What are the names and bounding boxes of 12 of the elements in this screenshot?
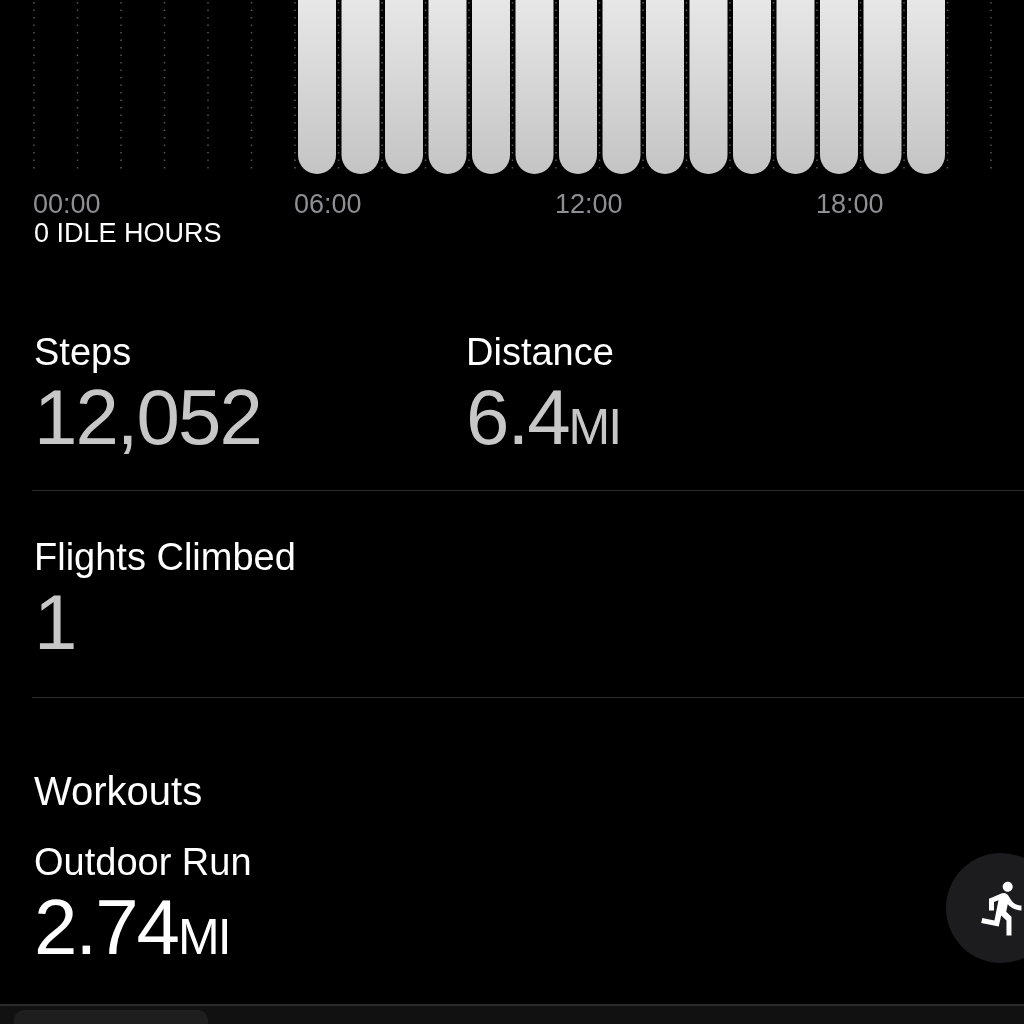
stat-value: 1: [34, 583, 77, 661]
axis-label: 12:00: [555, 188, 623, 221]
axis-label: 06:00: [294, 188, 362, 221]
axis-label: 18:00: [816, 188, 884, 221]
stat-label: Distance: [466, 330, 614, 374]
workout-name: Outdoor Run: [34, 840, 252, 884]
stat-label: Steps: [34, 330, 132, 374]
stat-value: 6.4MI: [466, 378, 622, 456]
section-title: Workouts: [34, 768, 203, 814]
stat-value: 12,052: [34, 378, 262, 456]
stat-value: 2.74MI: [34, 888, 231, 966]
stat-label: Flights Climbed: [34, 535, 296, 579]
